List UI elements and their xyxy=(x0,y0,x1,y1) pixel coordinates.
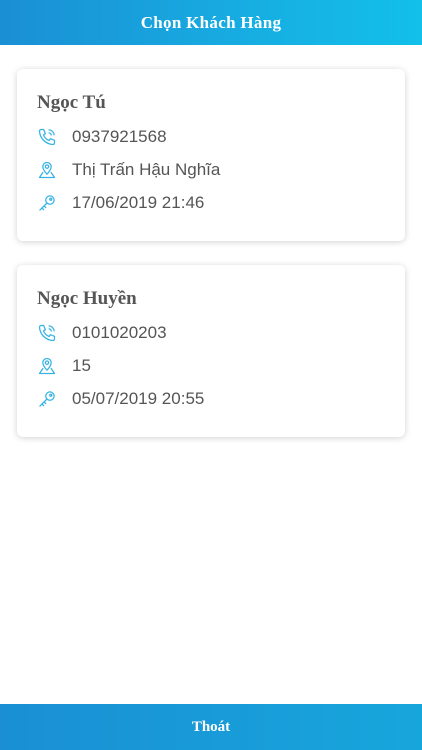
customer-address-row: Thị Trấn Hậu Nghĩa xyxy=(37,159,405,181)
customer-datetime-row: 05/07/2019 20:55 xyxy=(37,388,405,410)
customer-address-row: 15 xyxy=(37,355,405,377)
customer-phone: 0937921568 xyxy=(72,127,167,146)
customer-address: 15 xyxy=(72,356,91,375)
customer-address: Thị Trấn Hậu Nghĩa xyxy=(72,160,221,179)
location-pin-icon xyxy=(37,356,57,376)
location-pin-icon xyxy=(37,160,57,180)
key-icon xyxy=(37,193,57,213)
customer-datetime: 17/06/2019 21:46 xyxy=(72,193,205,212)
customer-phone-row: 0937921568 xyxy=(37,126,405,148)
customer-datetime: 05/07/2019 20:55 xyxy=(72,389,205,408)
exit-button[interactable]: Thoát xyxy=(0,704,422,750)
customer-name: Ngọc Huyền xyxy=(37,288,137,309)
customer-name: Ngọc Tú xyxy=(37,92,106,113)
key-icon xyxy=(37,389,57,409)
customer-phone: 0101020203 xyxy=(72,323,167,342)
phone-icon xyxy=(37,323,57,343)
page-title: Chọn Khách Hàng xyxy=(140,12,282,32)
app: Chọn Khách Hàng Ngọc Tú 0937921568 Thị T… xyxy=(0,0,422,750)
customer-card[interactable]: Ngọc Huyền 0101020203 15 05/07/2019 20:5… xyxy=(17,265,405,437)
phone-icon xyxy=(37,127,57,147)
customer-list: Ngọc Tú 0937921568 Thị Trấn Hậu Nghĩa 17… xyxy=(17,69,405,461)
exit-button-label: Thoát xyxy=(191,718,231,735)
customer-datetime-row: 17/06/2019 21:46 xyxy=(37,192,405,214)
customer-phone-row: 0101020203 xyxy=(37,322,405,344)
customer-card[interactable]: Ngọc Tú 0937921568 Thị Trấn Hậu Nghĩa 17… xyxy=(17,69,405,241)
header-bar: Chọn Khách Hàng xyxy=(0,0,422,45)
